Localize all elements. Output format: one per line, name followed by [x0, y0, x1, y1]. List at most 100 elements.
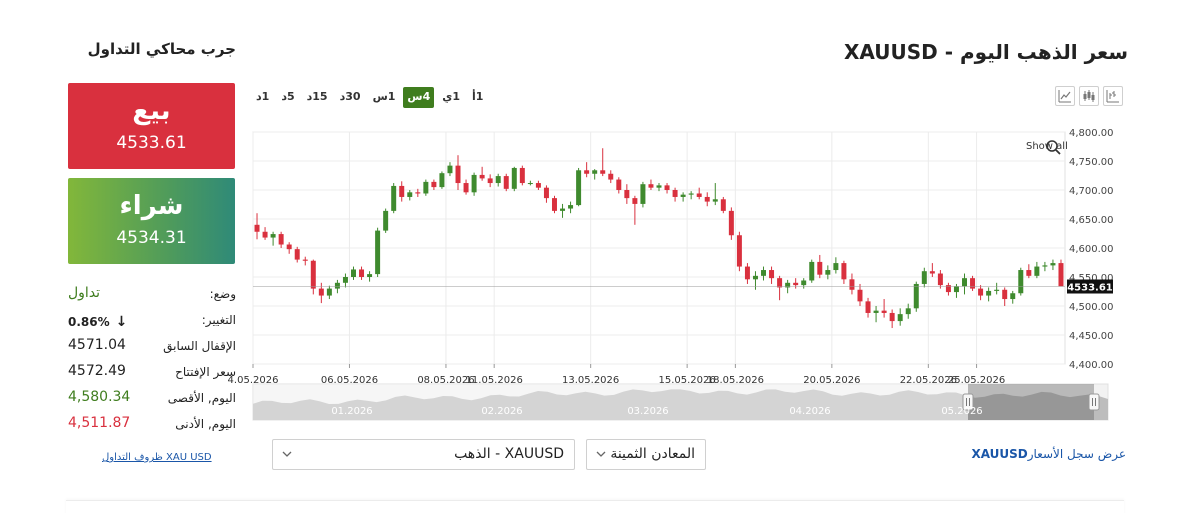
buy-label: شراء: [119, 191, 184, 221]
candle-up: [1018, 270, 1024, 294]
y-tick-label: 4,650.00: [1069, 215, 1114, 226]
candle-down: [889, 312, 895, 322]
candle-down: [704, 196, 710, 202]
candle-up: [905, 308, 911, 315]
y-tick-label: 4,450.00: [1069, 331, 1114, 342]
stat-label: الإقفال السابق: [163, 339, 236, 353]
change-value: 0.86%: [68, 315, 110, 329]
candle-down: [648, 184, 654, 188]
price-history-link[interactable]: عرض سجل الأسعارXAUUSD: [971, 447, 1126, 461]
buy-button[interactable]: شراء 4534.31: [68, 178, 235, 264]
candle-up: [1010, 293, 1016, 300]
stat-label: وضع:: [209, 287, 236, 301]
candle-down: [519, 167, 525, 184]
candle-down: [302, 259, 308, 261]
candle-up: [712, 199, 718, 202]
candle-down: [632, 198, 638, 204]
candle-down: [849, 279, 855, 290]
candle-up: [953, 286, 959, 293]
y-tick-label: 4,700.00: [1069, 186, 1114, 197]
stat-prev-close: الإقفال السابق 4571.04: [68, 335, 236, 361]
y-tick-label: 4,600.00: [1069, 244, 1114, 255]
candle-down: [543, 187, 549, 199]
candle-up: [680, 194, 686, 197]
current-price-label: 4533.61: [1067, 283, 1113, 294]
navigator-label: 04.2026: [789, 406, 830, 417]
candle-down: [463, 183, 469, 193]
candle-up: [833, 263, 839, 271]
candle-down: [817, 261, 823, 275]
stat-open: سعر الإفتتاح 4572.49: [68, 361, 236, 387]
candle-up: [511, 167, 517, 189]
bottom-card: [66, 500, 1124, 513]
candle-up: [986, 290, 992, 296]
sell-label: بيع: [132, 96, 171, 126]
chevron-down-icon: [596, 451, 606, 457]
candle-down: [359, 269, 365, 277]
candle-down: [728, 210, 734, 236]
candle-down: [431, 181, 437, 188]
candle-down: [1026, 270, 1032, 276]
candle-up: [439, 173, 445, 188]
open-value: 4572.49: [68, 363, 126, 379]
candle-down: [736, 235, 742, 267]
stat-label: سعر الإفتتاح: [175, 365, 236, 379]
candle-down: [616, 179, 622, 190]
y-tick-label: 4,800.00: [1069, 128, 1114, 139]
candle-down: [294, 249, 300, 260]
stat-label: التغيير:: [201, 313, 236, 327]
candle-down: [262, 231, 268, 238]
candle-down: [672, 190, 678, 197]
candle-down: [551, 198, 557, 211]
candle-down: [399, 185, 405, 197]
candle-up: [825, 270, 831, 275]
candle-up: [391, 185, 397, 211]
candle-down: [455, 165, 461, 184]
candle-down: [584, 170, 590, 174]
stat-status: وضع: تداول: [68, 283, 236, 309]
history-text: عرض سجل الأسعار: [1027, 447, 1126, 461]
stats-panel: وضع: تداول التغيير: 0.86% ↓ الإقفال الساب…: [68, 283, 236, 439]
candle-up: [351, 269, 356, 277]
y-tick-label: 4,500.00: [1069, 302, 1114, 313]
stat-label: اليوم, الأدنى: [175, 417, 236, 431]
category-select[interactable]: المعادن الثمينة: [586, 439, 706, 470]
candle-up: [592, 170, 598, 174]
category-select-value: المعادن الثمينة: [610, 446, 695, 462]
candle-down: [777, 278, 783, 288]
sell-button[interactable]: بيع 4533.61: [68, 83, 235, 169]
candle-down: [479, 174, 485, 179]
candle-up: [334, 282, 340, 289]
candle-down: [769, 270, 775, 279]
candle-up: [640, 184, 646, 204]
candle-up: [423, 181, 429, 194]
candle-down: [600, 170, 606, 174]
candle-up: [921, 271, 927, 284]
candle-down: [696, 193, 702, 197]
candle-down: [286, 244, 292, 250]
candle-up: [447, 165, 453, 174]
candle-up: [873, 310, 879, 313]
candle-up: [656, 185, 662, 188]
candle-up: [752, 275, 758, 280]
stat-high: اليوم, الأقصى 4,580.34: [68, 387, 236, 413]
navigator-label: 01.2026: [331, 406, 372, 417]
candle-down: [793, 282, 799, 286]
candle-up: [994, 289, 1000, 291]
chevron-down-icon: [282, 451, 292, 457]
candle-up: [1042, 265, 1048, 267]
candle-up: [383, 210, 389, 231]
navigator-label: 02.2026: [481, 406, 522, 417]
sell-price: 4533.61: [116, 133, 187, 153]
candle-down: [744, 266, 750, 280]
stat-label: اليوم, الأقصى: [167, 391, 236, 405]
candle-down: [254, 224, 260, 232]
instrument-select[interactable]: XAUUSD - الذهب: [272, 439, 575, 470]
candle-up: [1034, 266, 1040, 276]
candle-up: [962, 278, 967, 287]
candle-down: [865, 301, 871, 313]
trading-conditions-link[interactable]: XAU USD ظروف التداول: [102, 452, 212, 463]
candle-up: [897, 314, 903, 322]
candle-up: [407, 192, 413, 197]
navigator-label: 05.2026: [941, 406, 982, 417]
